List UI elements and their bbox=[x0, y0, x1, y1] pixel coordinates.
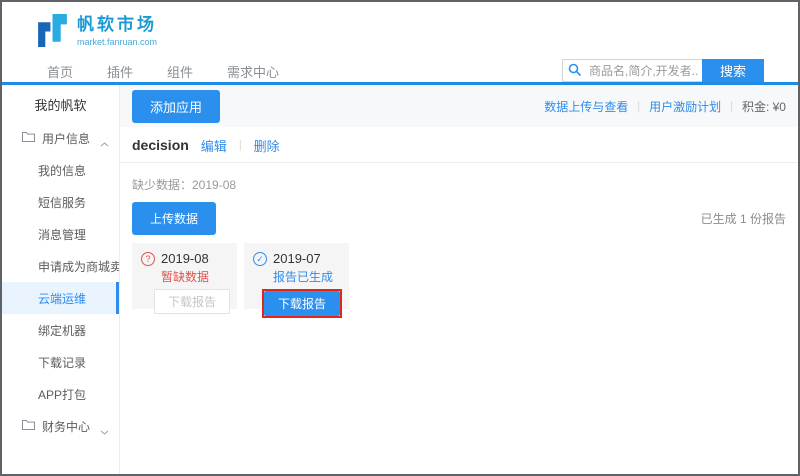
sidebar-item-cloud-ops[interactable]: 云端运维 bbox=[2, 282, 119, 314]
app-name: decision bbox=[132, 137, 189, 153]
search-box bbox=[562, 59, 702, 82]
sidebar-item-apply-seller[interactable]: 申请成为商城卖家 bbox=[2, 250, 119, 282]
brand-domain: market.fanruan.com bbox=[77, 37, 158, 47]
report-card-2019-07: ✓ 2019-07 报告已生成 下载报告 bbox=[244, 243, 349, 318]
nav-item-home[interactable]: 首页 bbox=[47, 62, 73, 81]
card-header: ✓ 2019-07 bbox=[253, 251, 342, 266]
chevron-down-icon bbox=[100, 424, 109, 438]
download-report-button[interactable]: 下载报告 bbox=[263, 291, 340, 316]
report-status: 报告已生成 bbox=[273, 270, 334, 284]
check-circle-icon: ✓ bbox=[253, 251, 267, 266]
upload-data-button[interactable]: 上传数据 bbox=[132, 202, 217, 235]
search-input[interactable] bbox=[562, 59, 702, 82]
edit-link[interactable]: 编辑 bbox=[201, 136, 227, 155]
brand-name: 帆软市场 bbox=[77, 15, 157, 34]
search-icon bbox=[568, 63, 582, 82]
highlight-annotation: 下载报告 bbox=[261, 289, 342, 318]
sidebar-item-label: 我的信息 bbox=[38, 163, 87, 178]
chevron-up-icon bbox=[100, 136, 109, 150]
card-header: ? 2019-08 bbox=[141, 251, 230, 266]
main-content: 添加应用 数据上传与查看 | 用户激励计划 | 积金: ¥0 decision … bbox=[120, 85, 798, 474]
site-header: 帆软市场 market.fanruan.com 首页 插件 组件 需求中心 搜索 bbox=[2, 2, 798, 82]
folder-icon bbox=[22, 419, 35, 433]
separator: | bbox=[637, 100, 641, 112]
sidebar-item-label: 绑定机器 bbox=[38, 323, 87, 338]
incentive-plan-link[interactable]: 用户激励计划 bbox=[649, 98, 721, 115]
upload-row: 上传数据 已生成 1 份报告 bbox=[120, 202, 798, 235]
missing-data-notice: 缺少数据：2019-08 bbox=[132, 178, 237, 192]
sidebar-item-label: 短信服务 bbox=[38, 195, 87, 210]
download-report-button-disabled: 下载报告 bbox=[153, 289, 230, 314]
sidebar-item-download-records[interactable]: 下载记录 bbox=[2, 346, 119, 378]
sidebar-item-finance-center[interactable]: 财务中心 bbox=[2, 410, 119, 442]
sidebar-item-label: 用户信息 bbox=[42, 131, 91, 146]
sidebar-item-label: 云端运维 bbox=[38, 291, 87, 306]
delete-link[interactable]: 删除 bbox=[254, 136, 280, 155]
sidebar-item-app-packaging[interactable]: APP打包 bbox=[2, 378, 119, 410]
report-month: 2019-07 bbox=[273, 251, 321, 266]
brand-logo-icon bbox=[36, 12, 69, 54]
search-bar: 搜索 bbox=[562, 59, 764, 82]
sidebar-item-my-info[interactable]: 我的信息 bbox=[2, 154, 119, 186]
sidebar-item-label: 下载记录 bbox=[38, 355, 87, 370]
report-card-2019-08: ? 2019-08 暂缺数据 下载报告 bbox=[132, 243, 237, 314]
data-upload-view-link[interactable]: 数据上传与查看 bbox=[544, 98, 628, 115]
sidebar: 我的帆软 用户信息 我的信息 短信服务 消息管理 申请成为商城 云端运维 绑定机… bbox=[2, 85, 120, 474]
sidebar-title: 我的帆软 bbox=[34, 98, 87, 113]
sidebar-item-label: 消息管理 bbox=[38, 227, 87, 242]
toolbar-links: 数据上传与查看 | 用户激励计划 | 积金: ¥0 bbox=[544, 98, 786, 115]
add-app-button[interactable]: 添加应用 bbox=[132, 89, 221, 123]
page-body: 我的帆软 用户信息 我的信息 短信服务 消息管理 申请成为商城 云端运维 绑定机… bbox=[2, 85, 798, 474]
sidebar-item-label: 申请成为商城卖家 bbox=[38, 259, 119, 274]
generated-report-count: 已生成 1 份报告 bbox=[700, 212, 786, 226]
primary-nav: 首页 插件 组件 需求中心 bbox=[47, 62, 279, 81]
sidebar-item-label: APP打包 bbox=[38, 387, 87, 402]
folder-icon bbox=[22, 131, 35, 145]
sidebar-item-bind-machine[interactable]: 绑定机器 bbox=[2, 314, 119, 346]
separator: | bbox=[238, 139, 242, 151]
nav-item-demand-center[interactable]: 需求中心 bbox=[227, 62, 279, 81]
sidebar-item-label: 财务中心 bbox=[42, 419, 91, 434]
search-button[interactable]: 搜索 bbox=[702, 59, 764, 82]
app-header-row: decision 编辑 | 删除 bbox=[120, 134, 798, 156]
sidebar-item-sms-service[interactable]: 短信服务 bbox=[2, 186, 119, 218]
question-circle-icon: ? bbox=[141, 251, 155, 266]
points-balance: 积金: ¥0 bbox=[741, 99, 786, 114]
sidebar-item-message-management[interactable]: 消息管理 bbox=[2, 218, 119, 250]
brand-text: 帆软市场 market.fanruan.com bbox=[77, 15, 157, 47]
app-window: 帆软市场 market.fanruan.com 首页 插件 组件 需求中心 搜索 bbox=[0, 0, 800, 476]
separator: | bbox=[730, 100, 733, 112]
nav-item-plugins[interactable]: 插件 bbox=[107, 62, 133, 81]
report-month: 2019-08 bbox=[161, 251, 209, 266]
card-button-row: 下载报告 bbox=[141, 289, 230, 314]
card-button-row: 下载报告 bbox=[253, 289, 342, 318]
sidebar-item-user-info[interactable]: 用户信息 bbox=[2, 122, 119, 154]
content-toolbar: 添加应用 数据上传与查看 | 用户激励计划 | 积金: ¥0 bbox=[120, 85, 798, 127]
report-cards: ? 2019-08 暂缺数据 下载报告 ✓ 2019-07 报告已生成 下载报告 bbox=[120, 243, 798, 318]
report-status: 暂缺数据 bbox=[161, 270, 210, 284]
nav-item-components[interactable]: 组件 bbox=[167, 62, 193, 81]
brand[interactable]: 帆软市场 market.fanruan.com bbox=[36, 12, 157, 54]
